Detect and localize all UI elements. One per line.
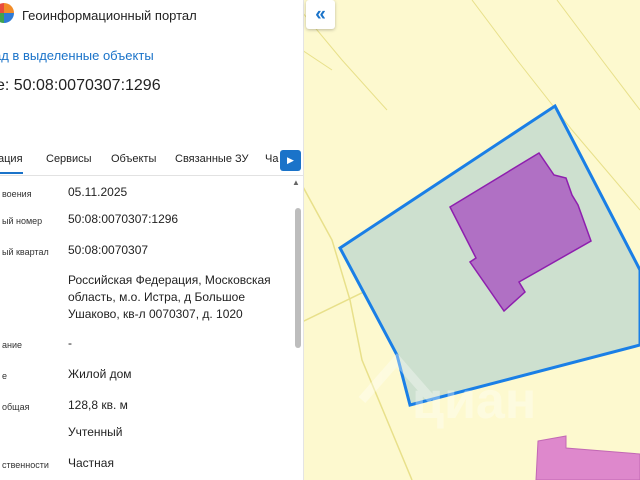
detail-value: 05.11.2025 bbox=[68, 185, 128, 199]
map-road-line bbox=[302, 49, 333, 71]
details-list: воения 05.11.2025 ый номер 50:08:0070307… bbox=[0, 176, 292, 480]
detail-value: 50:08:0070307:1296 bbox=[68, 212, 179, 226]
detail-value: Российская Федерация, Московская область… bbox=[68, 273, 271, 321]
object-title: е: 50:08:0070307:1296 bbox=[0, 77, 161, 94]
map-canvas[interactable]: циан bbox=[302, 0, 640, 480]
detail-label: е bbox=[2, 371, 8, 381]
tab-parts[interactable]: Ча bbox=[265, 153, 278, 165]
tab-services[interactable]: Сервисы bbox=[46, 153, 92, 165]
object-info-panel: Геоинформационный портал ад в выделенные… bbox=[0, 0, 304, 480]
detail-label: ание bbox=[2, 340, 23, 350]
map-road-line bbox=[556, 0, 640, 111]
neighbor-parcel[interactable] bbox=[535, 435, 640, 480]
detail-value: - bbox=[68, 336, 72, 350]
double-chevron-left-icon: « bbox=[315, 3, 326, 25]
back-to-selection-link[interactable]: ад в выделенные объекты bbox=[0, 48, 154, 63]
detail-label: ый квартал bbox=[2, 247, 49, 257]
collapse-panel-button[interactable]: « bbox=[306, 0, 335, 29]
tab-objects[interactable]: Объекты bbox=[111, 153, 156, 165]
detail-label: воения bbox=[2, 189, 32, 199]
watermark-text: циан bbox=[412, 372, 536, 430]
tab-information[interactable]: ация bbox=[0, 153, 23, 174]
tabs-bar: ация Сервисы Объекты Связанные ЗУ Ча bbox=[0, 146, 303, 176]
detail-value: Учтенный bbox=[68, 425, 123, 439]
details-scrollbar[interactable] bbox=[295, 208, 301, 348]
tab-scroll-button[interactable]: ▶ bbox=[280, 150, 301, 171]
portal-logo-icon bbox=[0, 3, 14, 23]
detail-label: ый номер bbox=[2, 216, 43, 226]
scroll-up-arrow-icon[interactable]: ▲ bbox=[292, 178, 300, 187]
detail-label: общая bbox=[2, 402, 30, 412]
tab-related-parcels[interactable]: Связанные ЗУ bbox=[175, 153, 249, 165]
detail-value: 128,8 кв. м bbox=[68, 398, 128, 412]
detail-value: Жилой дом bbox=[68, 367, 132, 381]
detail-value: Частная bbox=[68, 456, 114, 470]
detail-label: ственности bbox=[2, 460, 49, 470]
map-view[interactable]: циан bbox=[302, 0, 640, 480]
detail-value: 50:08:0070307 bbox=[68, 243, 149, 257]
portal-title: Геоинформационный портал bbox=[22, 8, 197, 23]
chevron-right-icon: ▶ bbox=[287, 155, 294, 165]
